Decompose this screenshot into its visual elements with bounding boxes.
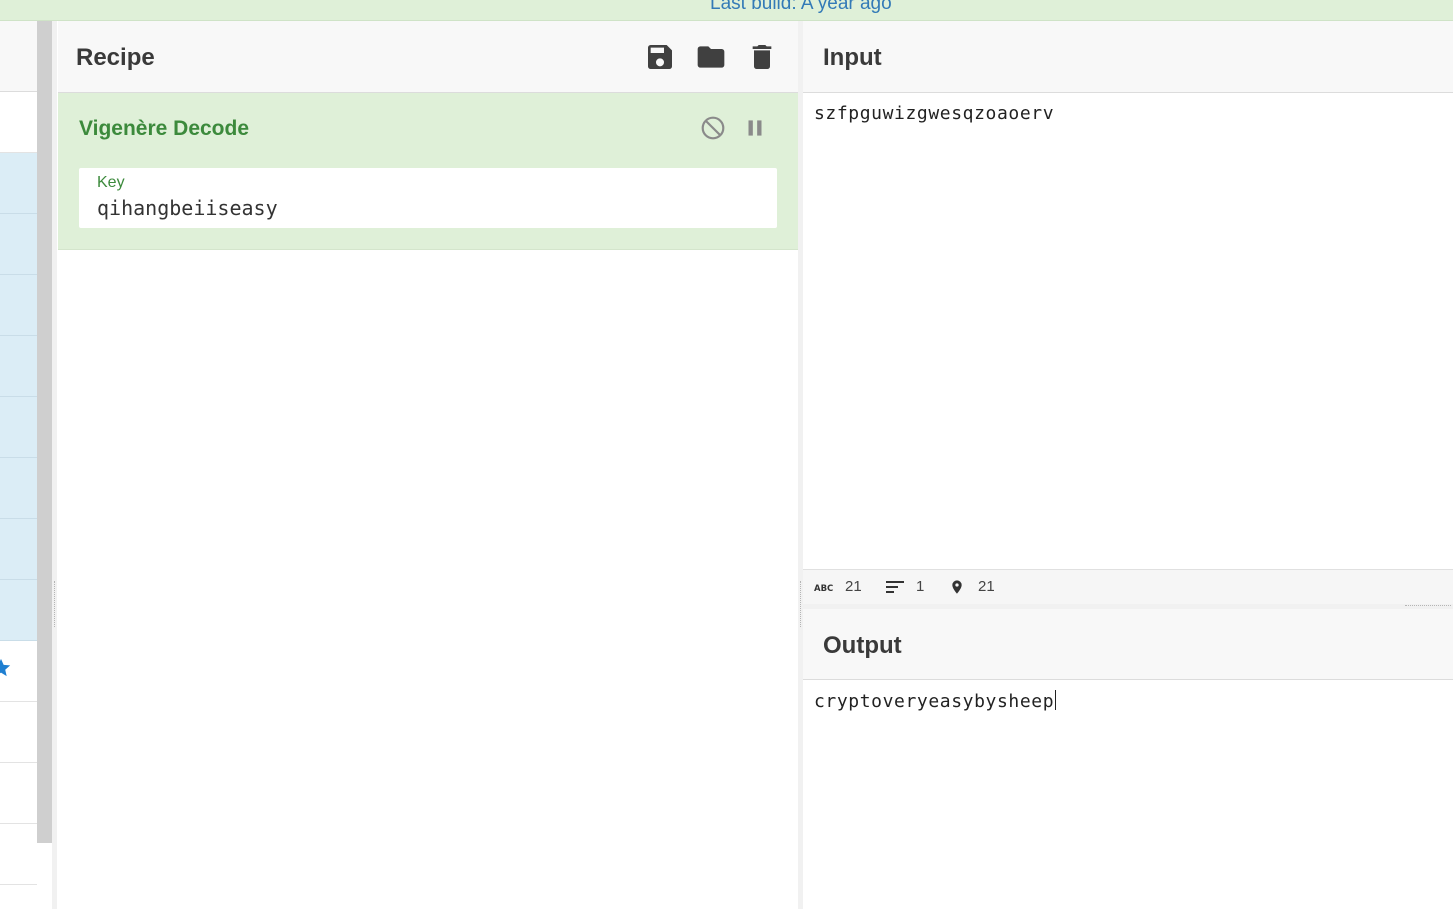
input-title: Input (823, 44, 882, 71)
list-item[interactable] (0, 275, 37, 336)
lines-icon (886, 581, 904, 593)
input-textarea[interactable]: szfpguwizgwesqzoaoerv (803, 93, 1453, 569)
operations-recipe-divider[interactable] (52, 21, 57, 909)
list-item[interactable] (0, 214, 37, 275)
load-recipe-button[interactable] (695, 41, 727, 73)
category-item[interactable] (0, 702, 37, 763)
recipe-header: Recipe (58, 21, 798, 93)
recipe-panel: Recipe Vigenère Decode Key qihangbeiisea… (58, 21, 798, 909)
key-input[interactable]: qihangbeiiseasy (97, 196, 278, 220)
input-position: 21 (978, 578, 995, 595)
clear-recipe-button[interactable] (746, 41, 778, 73)
list-item[interactable] (0, 458, 37, 519)
output-title: Output (823, 632, 902, 659)
recipe-operation[interactable]: Vigenère Decode Key qihangbeiiseasy (58, 93, 798, 250)
trash-icon (752, 45, 772, 69)
last-build-text: Last build: A year ago (710, 0, 892, 14)
category-item[interactable] (0, 763, 37, 824)
recipe-title: Recipe (76, 44, 155, 71)
operations-scrollbar[interactable] (37, 21, 52, 843)
input-status-bar: ABC 21 1 21 (803, 569, 1453, 605)
key-field[interactable]: Key qihangbeiiseasy (79, 168, 777, 228)
list-item[interactable] (0, 397, 37, 458)
io-panel: Input szfpguwizgwesqzoaoerv ABC 21 1 21 … (803, 21, 1453, 909)
output-header: Output (803, 609, 1453, 680)
folder-icon (697, 46, 725, 68)
input-header: Input (803, 21, 1453, 93)
operations-list (0, 21, 37, 909)
save-icon (648, 45, 672, 69)
output-value: cryptoveryeasybysheep (814, 691, 1055, 712)
pause-icon (748, 120, 762, 136)
category-item[interactable] (0, 824, 37, 885)
save-recipe-button[interactable] (644, 41, 676, 73)
star-icon (0, 658, 11, 677)
input-length: 21 (845, 578, 862, 595)
list-item[interactable] (0, 336, 37, 397)
disable-operation-button[interactable] (700, 115, 726, 141)
list-item[interactable] (0, 580, 37, 641)
list-item[interactable] (0, 153, 37, 214)
input-lines: 1 (916, 578, 925, 595)
disable-icon (701, 116, 725, 140)
breakpoint-button[interactable] (742, 115, 768, 141)
svg-text:ABC: ABC (814, 584, 833, 593)
list-item[interactable] (0, 519, 37, 580)
operation-name: Vigenère Decode (79, 117, 250, 140)
output-text[interactable]: cryptoveryeasybysheep (814, 690, 1057, 712)
operations-search-row[interactable] (0, 93, 37, 153)
key-label: Key (97, 174, 125, 191)
text-caret (1055, 690, 1057, 710)
search-box[interactable] (0, 21, 37, 92)
operations-scrollbar-track[interactable] (37, 843, 52, 909)
location-pin-icon (952, 580, 962, 594)
build-banner: Last build: A year ago (0, 0, 1453, 21)
input-text[interactable]: szfpguwizgwesqzoaoerv (814, 103, 1054, 124)
output-textarea[interactable]: cryptoveryeasybysheep (803, 680, 1453, 909)
abc-icon: ABC (814, 584, 833, 593)
